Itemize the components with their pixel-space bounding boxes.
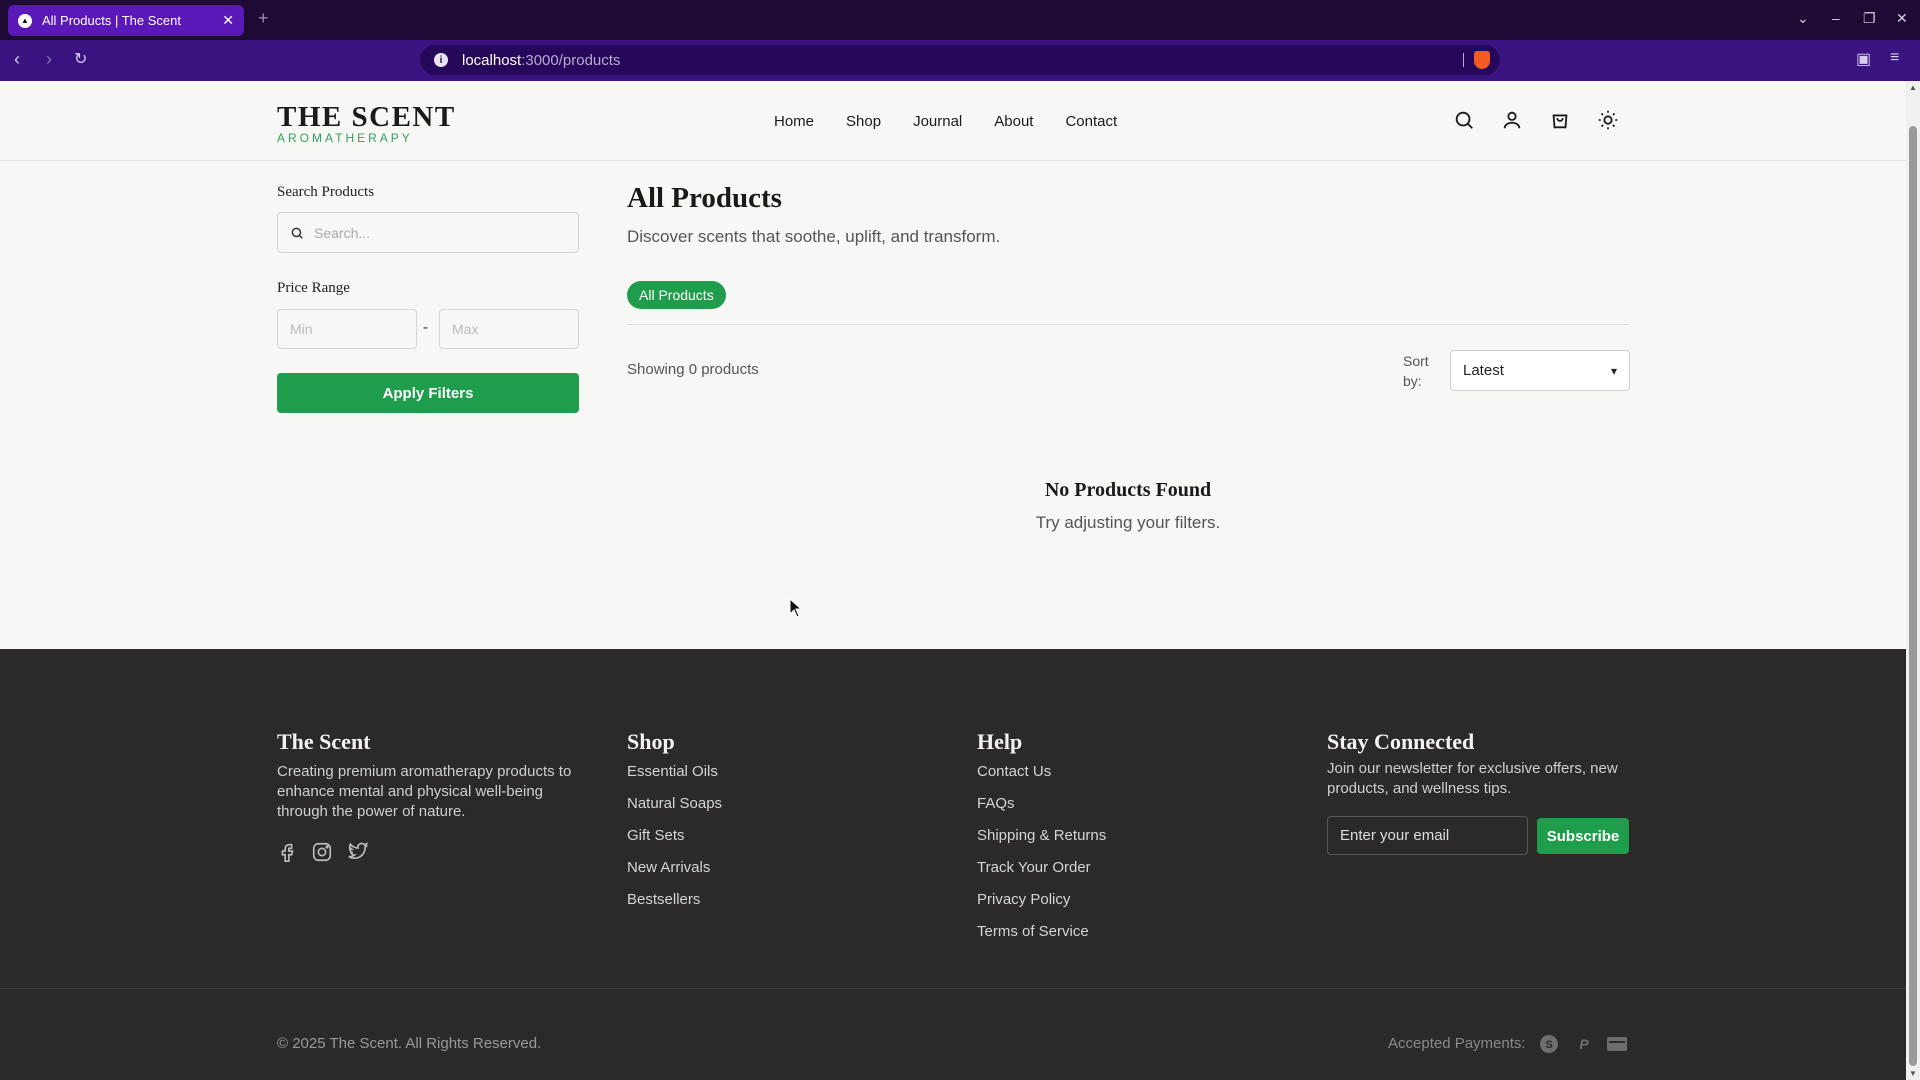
nav-about[interactable]: About (994, 113, 1033, 130)
reload-icon[interactable]: ↻ (74, 49, 87, 69)
empty-title: No Products Found (1044, 479, 1212, 501)
browser-toolbar: ‹ › ↻ i localhost:3000/products ▣ ≡ (0, 40, 1920, 81)
footer-link-new-arrivals[interactable]: New Arrivals (627, 859, 710, 876)
price-min-input[interactable]: Min (277, 309, 417, 349)
page-scrollbar[interactable]: ▲ ▼ (1906, 81, 1920, 1080)
brave-shield-icon[interactable] (1474, 51, 1490, 69)
footer-link-contact-us[interactable]: Contact Us (977, 763, 1051, 780)
wallet-icon[interactable]: ▣ (1856, 49, 1871, 69)
footer-link-gift-sets[interactable]: Gift Sets (627, 827, 685, 844)
svg-text:P: P (1579, 1036, 1589, 1052)
paypal-icon: P (1573, 1033, 1595, 1055)
theme-toggle-sun-icon[interactable] (1597, 109, 1619, 131)
card-icon (1606, 1033, 1628, 1055)
tab-list-chevron-icon[interactable]: ⌄ (1797, 10, 1809, 27)
footer-link-shipping-returns[interactable]: Shipping & Returns (977, 827, 1106, 844)
search-field-icon (291, 227, 303, 239)
scrollbar-thumb[interactable] (1909, 126, 1917, 1066)
nav-home[interactable]: Home (774, 113, 814, 130)
browser-tabbar: ▲ All Products | The Scent ✕ + ⌄ – ❐ ✕ (0, 0, 1920, 40)
content-divider (627, 324, 1629, 325)
accepted-payments-label: Accepted Payments: (1388, 1035, 1526, 1052)
footer-divider (0, 988, 1906, 989)
nav-contact[interactable]: Contact (1065, 113, 1117, 130)
sort-select[interactable]: Latest ▾ (1450, 350, 1630, 391)
footer-brand-title: The Scent (277, 729, 371, 754)
address-bar[interactable]: i localhost:3000/products (420, 45, 1500, 75)
url-path: :3000/products (521, 51, 621, 69)
sort-label: Sort by: (1403, 353, 1429, 389)
footer-newsletter-title: Stay Connected (1327, 729, 1475, 754)
account-icon[interactable] (1501, 109, 1523, 131)
scroll-up-icon[interactable]: ▲ (1909, 83, 1917, 92)
footer-link-faqs[interactable]: FAQs (977, 795, 1015, 812)
footer-help-title: Help (977, 729, 1023, 754)
logo-title[interactable]: THE SCENT (277, 101, 456, 134)
chevron-down-icon: ▾ (1610, 363, 1617, 378)
back-icon[interactable]: ‹ (14, 49, 20, 70)
site-favicon-icon: ▲ (18, 13, 32, 28)
tab-close-icon[interactable]: ✕ (222, 12, 234, 29)
footer-link-track-order[interactable]: Track Your Order (977, 859, 1091, 876)
logo-subtitle: AROMATHERAPY (277, 131, 413, 145)
site-header: THE SCENT AROMATHERAPY Home Shop Journal… (0, 81, 1906, 161)
price-separator: - (423, 319, 428, 336)
url-host: localhost (462, 51, 522, 69)
category-pill-all[interactable]: All Products (627, 281, 726, 309)
url-separator (1463, 53, 1464, 67)
subscribe-button[interactable]: Subscribe (1537, 818, 1629, 854)
price-range-label: Price Range (277, 280, 350, 296)
menu-icon[interactable]: ≡ (1890, 49, 1899, 67)
window-close-icon[interactable]: ✕ (1896, 10, 1908, 27)
mouse-cursor-icon (789, 598, 803, 618)
newsletter-desc: Join our newsletter for exclusive offers… (1327, 760, 1618, 797)
search-icon[interactable] (1453, 109, 1475, 131)
nav-shop[interactable]: Shop (846, 113, 881, 130)
product-count: Showing 0 products (627, 361, 759, 378)
footer-link-essential-oils[interactable]: Essential Oils (627, 763, 718, 780)
sort-value: Latest (1463, 362, 1504, 379)
price-max-input[interactable]: Max (439, 309, 579, 349)
search-input[interactable]: Search... (277, 212, 579, 253)
footer-shop-title: Shop (627, 729, 675, 754)
site-footer: The Scent Creating premium aromatherapy … (0, 649, 1906, 1080)
site-info-icon[interactable]: i (434, 53, 448, 67)
main-nav: Home Shop Journal About Contact (774, 113, 1149, 130)
twitter-icon[interactable] (347, 841, 369, 863)
footer-link-terms-of-service[interactable]: Terms of Service (977, 923, 1089, 940)
footer-link-privacy-policy[interactable]: Privacy Policy (977, 891, 1070, 908)
tab-title: All Products | The Scent (42, 13, 181, 28)
newsletter-email-input[interactable]: Enter your email (1327, 816, 1528, 855)
cart-icon[interactable] (1549, 109, 1571, 131)
footer-brand-desc: Creating premium aromatherapy products t… (277, 763, 572, 820)
page: THE SCENT AROMATHERAPY Home Shop Journal… (0, 81, 1906, 1080)
search-products-label: Search Products (277, 184, 375, 200)
apply-filters-button[interactable]: Apply Filters (277, 373, 579, 413)
facebook-icon[interactable] (276, 841, 298, 863)
footer-link-natural-soaps[interactable]: Natural Soaps (627, 795, 722, 812)
restore-icon[interactable]: ❐ (1863, 10, 1876, 27)
minimize-icon[interactable]: – (1832, 10, 1840, 26)
page-title: All Products (627, 182, 782, 214)
instagram-icon[interactable] (311, 841, 333, 863)
new-tab-icon[interactable]: + (258, 8, 269, 29)
page-subtitle: Discover scents that soothe, uplift, and… (627, 227, 1001, 246)
footer-link-bestsellers[interactable]: Bestsellers (627, 891, 700, 908)
empty-subtitle: Try adjusting your filters. (1035, 513, 1221, 532)
forward-icon[interactable]: › (46, 49, 52, 70)
nav-journal[interactable]: Journal (913, 113, 962, 130)
copyright-text: © 2025 The Scent. All Rights Reserved. (277, 1035, 542, 1052)
browser-tab-active[interactable]: ▲ All Products | The Scent ✕ (8, 5, 244, 36)
search-placeholder: Search... (314, 224, 371, 241)
scroll-down-icon[interactable]: ▼ (1909, 1069, 1917, 1078)
svg-text:S: S (1545, 1039, 1552, 1051)
stripe-icon: S (1538, 1033, 1560, 1055)
